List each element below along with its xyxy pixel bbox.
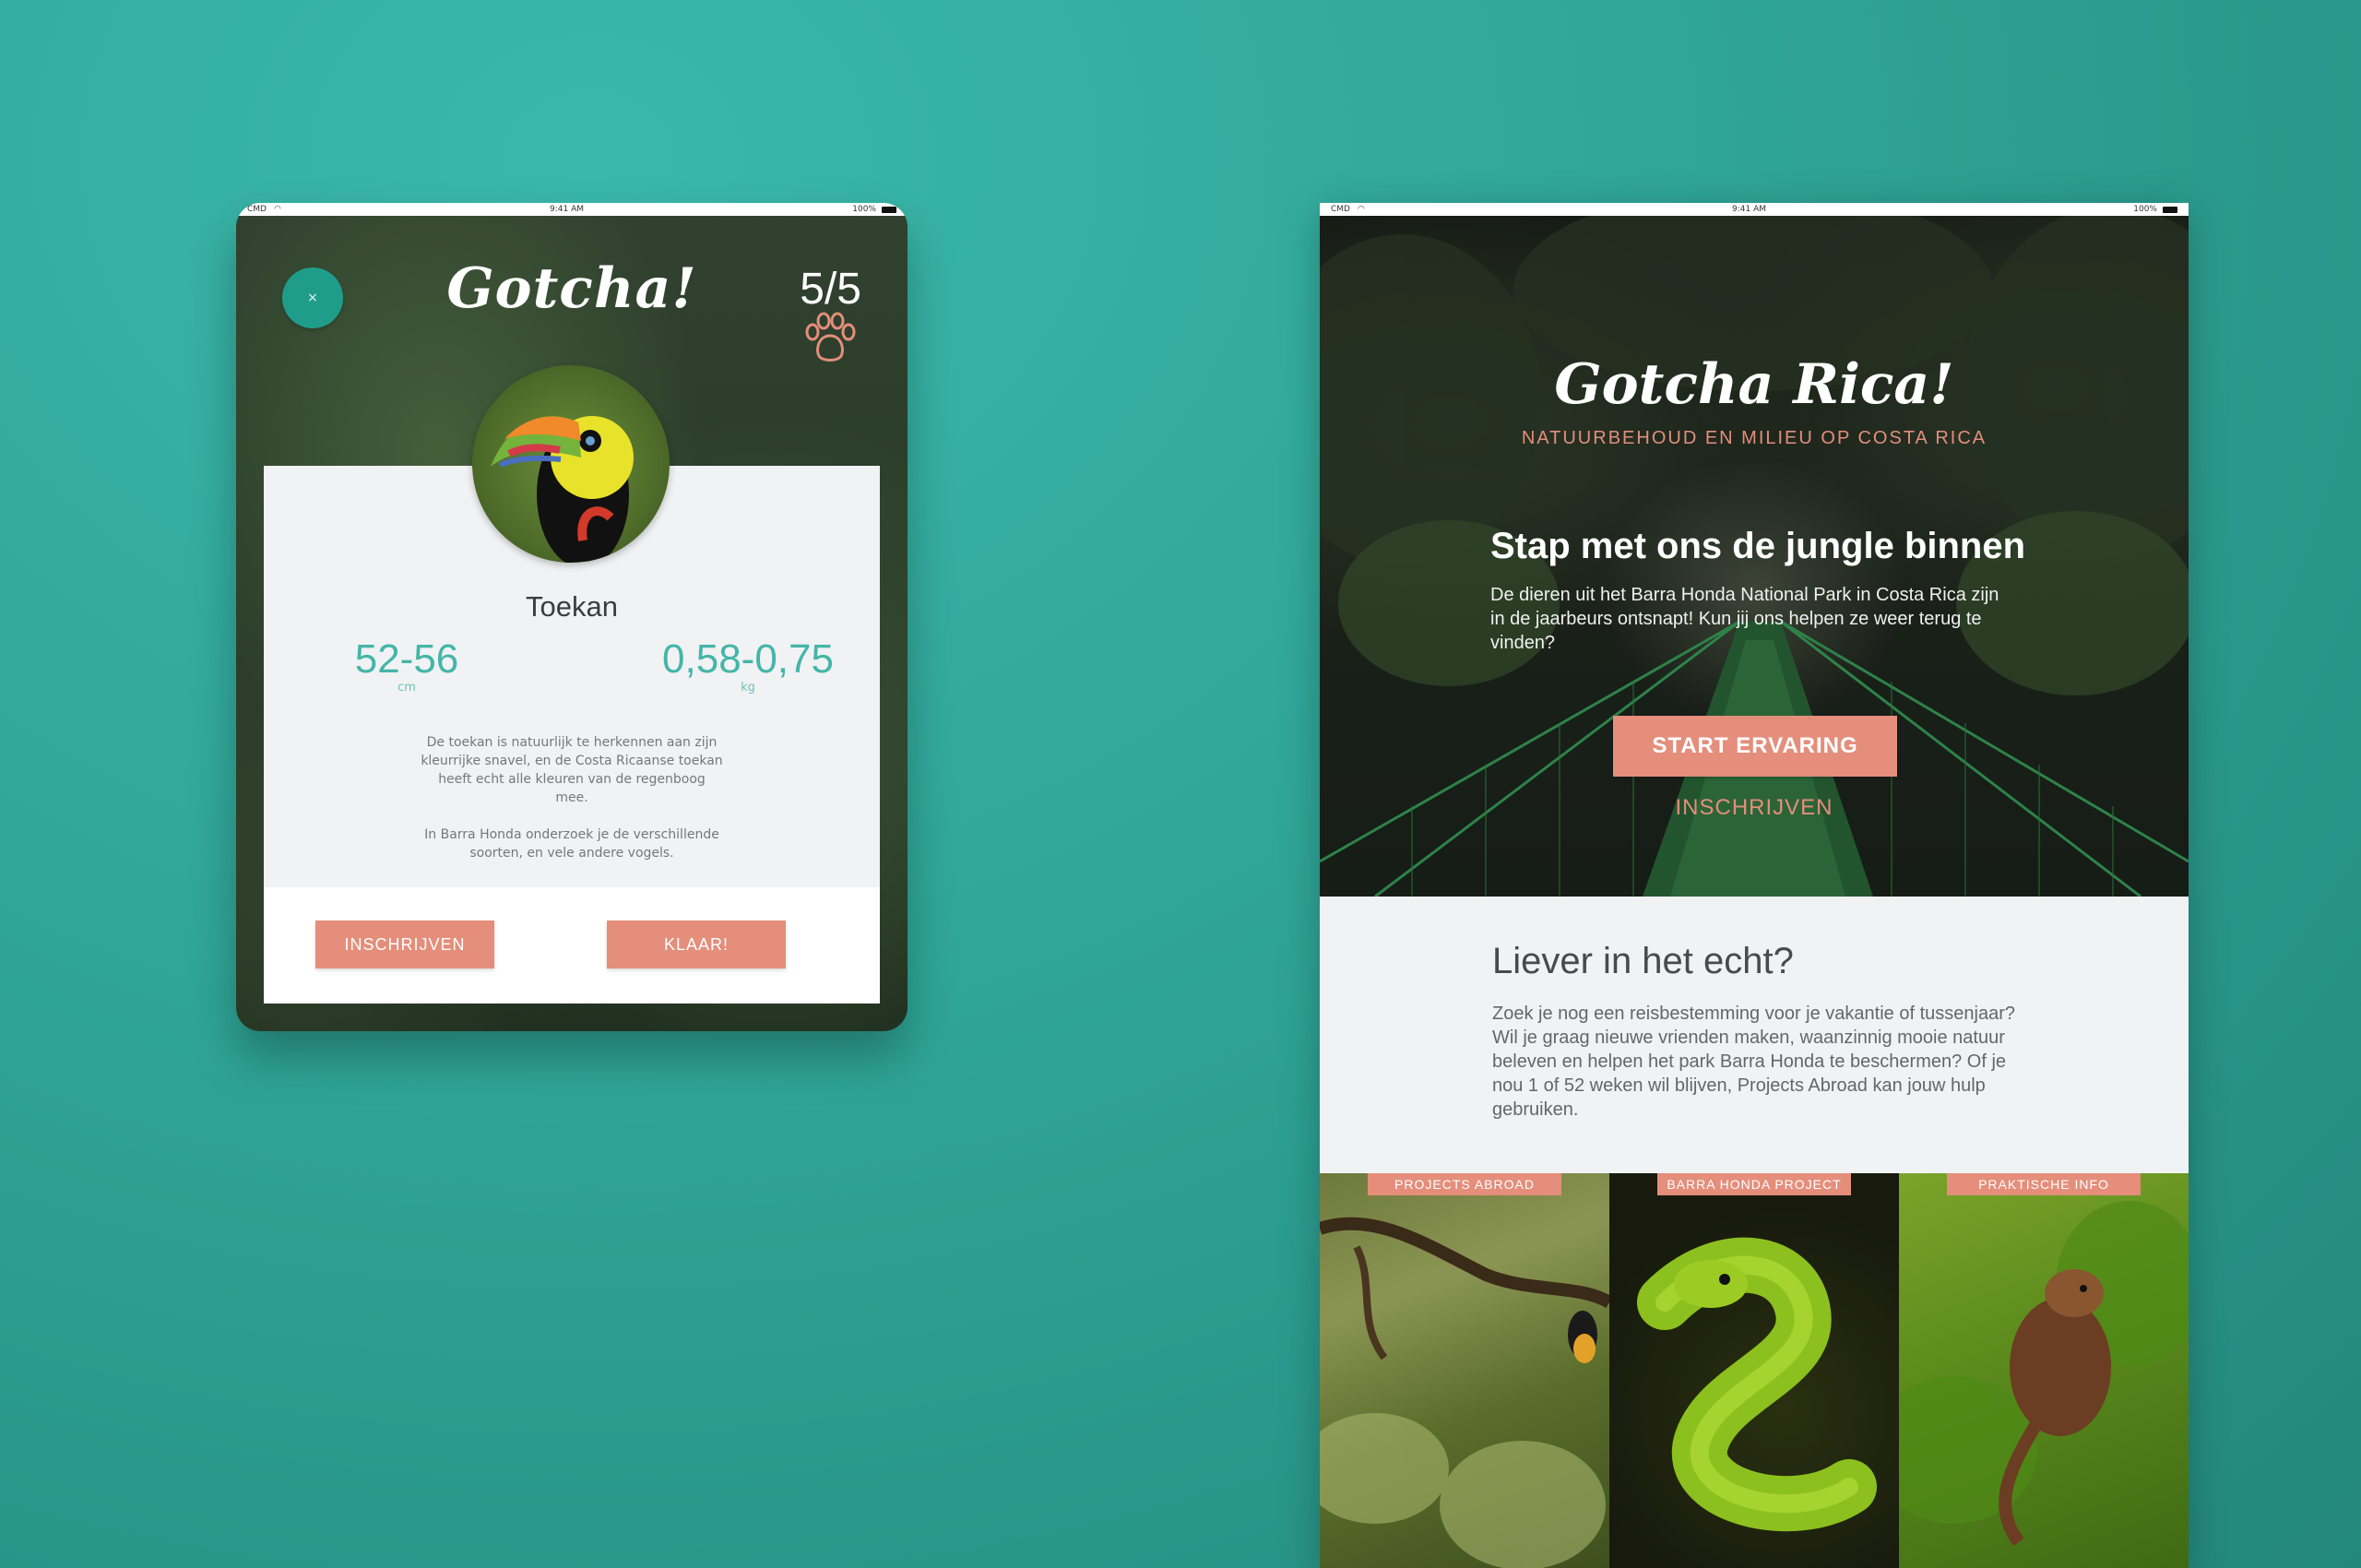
animal-research-note: In Barra Honda onderzoek je de verschill… xyxy=(424,827,719,861)
hero-section: Gotcha Rica! NATUURBEHOUD EN MILIEU OP C… xyxy=(1320,216,2189,897)
left-tablet: CMD ◠ 9:41 AM 100% × Gotcha! 5/5 Toekan … xyxy=(236,203,908,1031)
weight-stat: 0,58-0,75 kg xyxy=(633,636,863,695)
hero-title: Stap met ons de jungle binnen xyxy=(1490,526,2026,566)
battery-icon xyxy=(2162,206,2177,213)
tile-barra-honda-project[interactable]: BARRA HONDA PROJECT xyxy=(1609,1173,1899,1568)
animal-description: De toekan is natuurlijk te herkennen aan… xyxy=(421,735,723,805)
tile-label: PRAKTISCHE INFO xyxy=(1947,1173,2141,1195)
battery-label: 100% xyxy=(852,205,876,214)
tile-projects-abroad[interactable]: PROJECTS ABROAD xyxy=(1320,1173,1609,1568)
length-value: 52-56 xyxy=(354,636,459,682)
progress-counter: 5/5 xyxy=(800,265,861,314)
status-time: 9:41 AM xyxy=(1732,205,1767,214)
tile-practical-info[interactable]: PRAKTISCHE INFO xyxy=(1899,1173,2189,1568)
status-bar: CMD ◠ 9:41 AM 100% xyxy=(236,203,908,216)
carrier-label: CMD xyxy=(1331,205,1350,214)
battery-icon xyxy=(881,206,896,213)
done-button[interactable]: KLAAR! xyxy=(607,921,786,968)
battery-label: 100% xyxy=(2133,205,2157,214)
length-stat: 52-56 cm xyxy=(310,636,504,695)
hero-logo: Gotcha Rica! xyxy=(1554,352,1954,417)
carrier-label: CMD xyxy=(247,205,267,214)
hero-text: De dieren uit het Barra Honda National P… xyxy=(1490,585,1999,653)
bird-on-branch-image xyxy=(1320,1217,1609,1568)
section-text: Zoek je nog een reisbestemming voor je v… xyxy=(1492,1004,2015,1120)
tile-label: PROJECTS ABROAD xyxy=(1368,1173,1561,1195)
animal-name: Toekan xyxy=(526,590,618,623)
status-bar: CMD ◠ 9:41 AM 100% xyxy=(1320,203,2189,216)
weight-value: 0,58-0,75 xyxy=(662,636,834,682)
toucan-avatar xyxy=(472,365,670,563)
hero-tagline: NATUURBEHOUD EN MILIEU OP COSTA RICA xyxy=(1521,428,1987,448)
weight-unit: kg xyxy=(741,681,755,695)
status-time: 9:41 AM xyxy=(550,205,585,214)
tile-label: BARRA HONDA PROJECT xyxy=(1657,1173,1851,1195)
paw-icon xyxy=(805,312,856,362)
wifi-icon: ◠ xyxy=(273,205,281,214)
wifi-icon: ◠ xyxy=(1357,205,1365,214)
subscribe-link[interactable]: INSCHRIJVEN xyxy=(1320,795,2189,821)
snake-image xyxy=(1637,1237,1877,1532)
section-title: Liever in het echt? xyxy=(1492,941,1794,981)
subscribe-button[interactable]: INSCHRIJVEN xyxy=(315,921,494,968)
right-tablet: CMD ◠ 9:41 AM 100% Gotcha Rica! NATUURBE… xyxy=(1320,203,2189,1568)
lizard-image xyxy=(1899,1201,2189,1547)
length-unit: cm xyxy=(397,681,416,695)
start-experience-button[interactable]: START ERVARING xyxy=(1613,716,1897,777)
